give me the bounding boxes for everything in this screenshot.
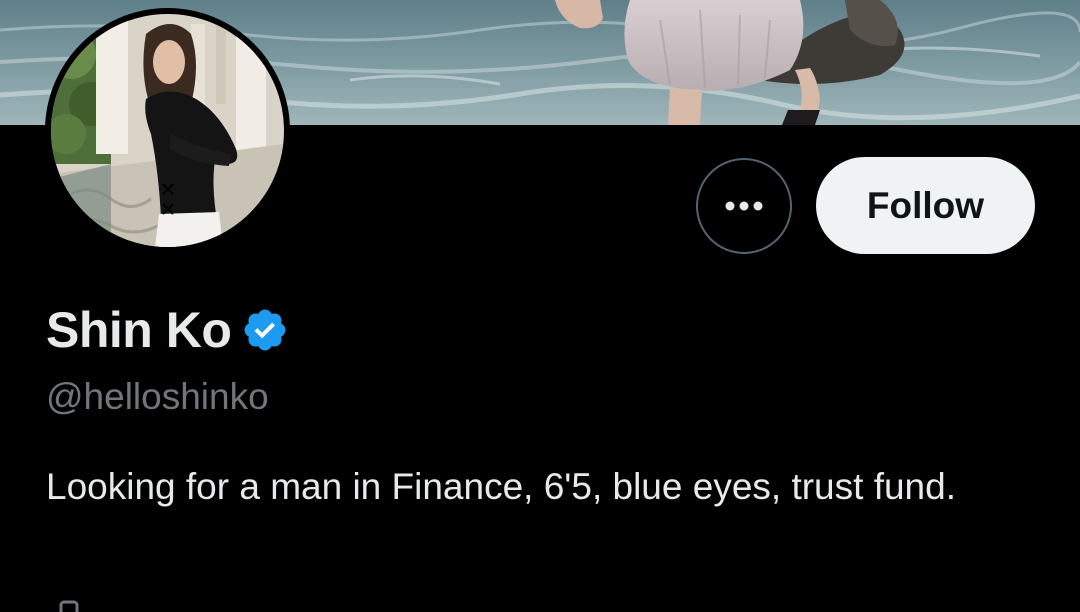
more-options-button[interactable] xyxy=(696,158,792,254)
display-name: Shin Ko xyxy=(46,302,232,358)
follow-button-label: Follow xyxy=(866,184,985,226)
profile-meta-icon xyxy=(59,600,79,612)
avatar-photo xyxy=(51,14,284,247)
profile-handle: @helloshinko xyxy=(46,376,269,417)
follow-button[interactable]: Follow xyxy=(816,157,1035,254)
profile-page: Follow Shin Ko @helloshinko Looking for … xyxy=(0,0,1080,612)
profile-avatar[interactable] xyxy=(45,8,290,253)
display-name-row: Shin Ko xyxy=(46,298,289,362)
profile-bio: Looking for a man in Finance, 6'5, blue … xyxy=(46,466,956,507)
more-horizontal-icon xyxy=(725,201,763,211)
verified-badge-icon[interactable] xyxy=(241,306,289,354)
